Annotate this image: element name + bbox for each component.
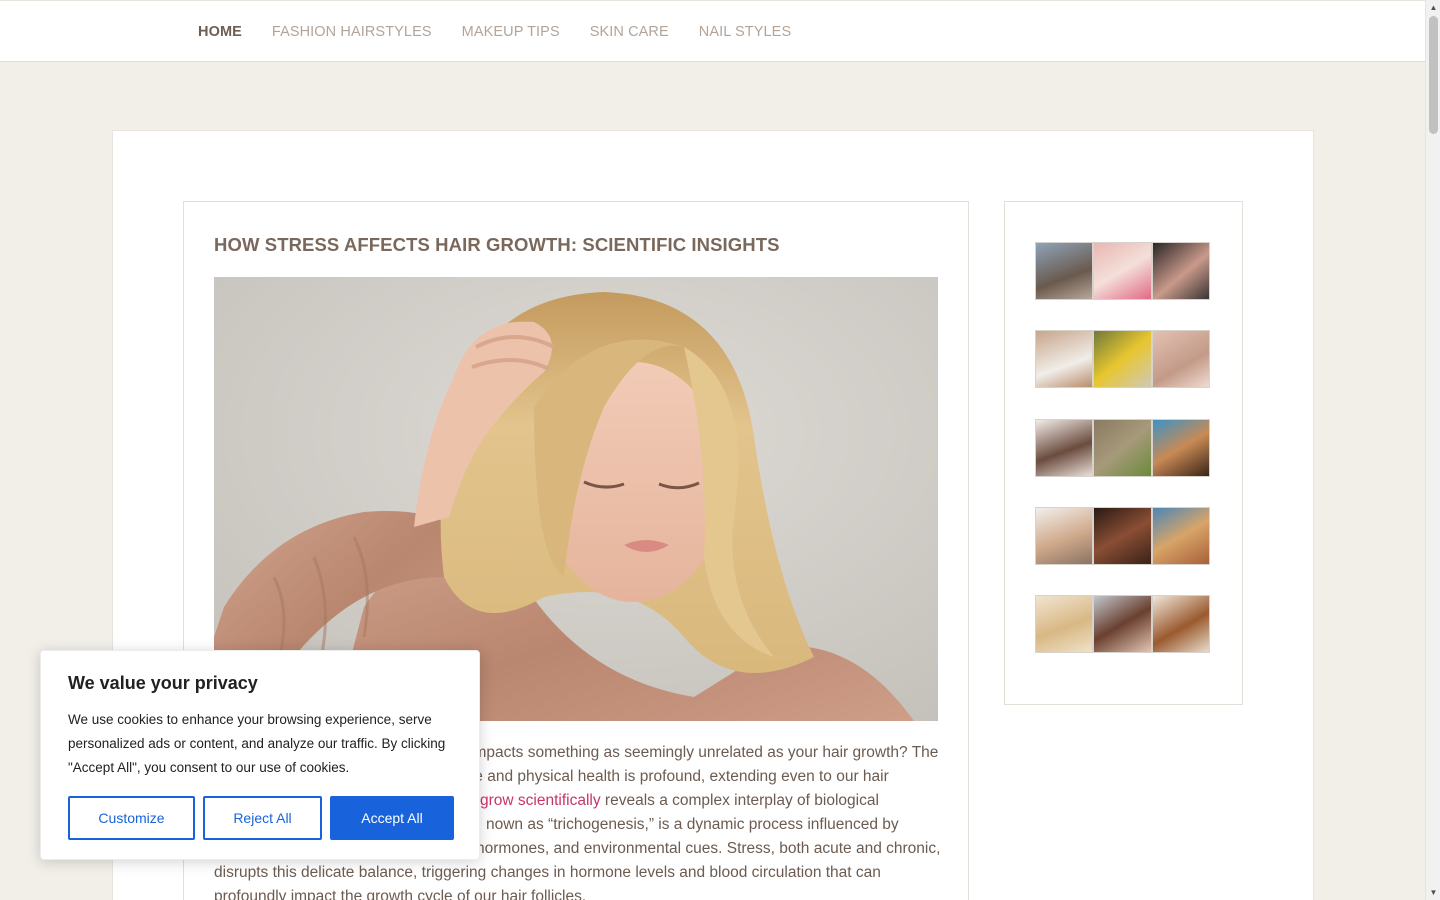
thumbnail-group-1[interactable]	[1035, 242, 1210, 300]
thumbnail-group-4[interactable]	[1035, 507, 1210, 565]
scroll-up-arrow-icon[interactable]: ▲	[1426, 0, 1440, 15]
scrollbar-thumb[interactable]	[1429, 16, 1438, 134]
cookie-banner-text: We use cookies to enhance your browsing …	[68, 712, 446, 775]
sidebar	[1004, 201, 1243, 705]
thumbnail-image[interactable]	[1036, 331, 1093, 387]
thumbnail-image[interactable]	[1094, 508, 1151, 564]
nav-item-makeup-tips[interactable]: MAKEUP TIPS	[462, 24, 560, 40]
thumbnail-group-3[interactable]	[1035, 419, 1210, 477]
cookie-consent-banner: We value your privacy We use cookies to …	[40, 650, 480, 860]
thumbnail-image[interactable]	[1152, 420, 1209, 476]
thumbnail-group-2[interactable]	[1035, 330, 1210, 388]
thumbnail-image[interactable]	[1036, 508, 1093, 564]
thumbnail-image[interactable]	[1152, 508, 1209, 564]
scroll-down-arrow-icon[interactable]: ▼	[1426, 885, 1440, 900]
customize-button[interactable]: Customize	[68, 796, 195, 840]
article-title[interactable]: HOW STRESS AFFECTS HAIR GROWTH: SCIENTIF…	[214, 234, 934, 256]
thumbnail-image[interactable]	[1152, 331, 1209, 387]
main-nav: HOME FASHION HAIRSTYLES MAKEUP TIPS SKIN…	[198, 1, 791, 63]
thumbnail-image[interactable]	[1094, 331, 1151, 387]
nav-item-home[interactable]: HOME	[198, 24, 242, 40]
cookie-banner-title: We value your privacy	[68, 673, 258, 693]
nav-item-skin-care[interactable]: SKIN CARE	[590, 24, 669, 40]
reject-all-button[interactable]: Reject All	[203, 796, 322, 840]
thumbnail-group-5[interactable]	[1035, 595, 1210, 653]
accept-all-button[interactable]: Accept All	[330, 796, 454, 840]
thumbnail-image[interactable]	[1152, 243, 1209, 299]
inline-article-link[interactable]: grow scientifically	[480, 792, 601, 809]
nav-item-fashion-hairstyles[interactable]: FASHION HAIRSTYLES	[272, 24, 432, 40]
thumbnail-image[interactable]	[1036, 596, 1093, 652]
top-navigation-bar: HOME FASHION HAIRSTYLES MAKEUP TIPS SKIN…	[0, 0, 1425, 62]
thumbnail-image[interactable]	[1152, 596, 1209, 652]
article-line-7: profoundly impact the growth cycle of ou…	[214, 888, 587, 900]
thumbnail-image[interactable]	[1094, 243, 1151, 299]
article-line-3-rest: reveals a complex interplay of biologica…	[600, 792, 879, 809]
thumbnail-image[interactable]	[1094, 420, 1151, 476]
article-line-6: disrupts this delicate balance, triggeri…	[214, 864, 881, 881]
thumbnail-image[interactable]	[1036, 243, 1093, 299]
thumbnail-image[interactable]	[1094, 596, 1151, 652]
page-scrollbar[interactable]: ▲ ▼	[1425, 0, 1440, 900]
thumbnail-image[interactable]	[1036, 420, 1093, 476]
nav-item-nail-styles[interactable]: NAIL STYLES	[699, 24, 791, 40]
